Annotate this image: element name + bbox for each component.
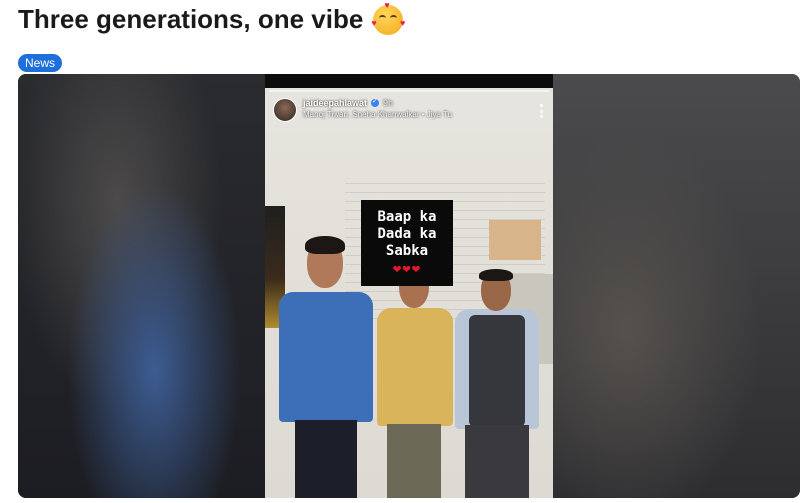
caption-line-1: Baap ka <box>377 208 437 225</box>
story-time: 9h <box>383 98 394 108</box>
caption-line-3: Sabka <box>385 242 429 259</box>
smiling-face-with-hearts-icon: ♥ ♥ ♥ <box>371 0 405 35</box>
story-collaborators[interactable]: Manoj Tiwari, Sneha Khanwalkar • Jiya Tu <box>303 110 452 119</box>
story-top-bar <box>265 74 553 88</box>
person-waistcoat <box>447 269 547 498</box>
story-photo: Baap ka Dada ka Sabka ❤❤❤ <box>265 134 553 498</box>
story-progress-bar <box>269 90 549 92</box>
caption-line-2: Dada ka <box>377 225 437 242</box>
instagram-story-screenshot: Baap ka Dada ka Sabka ❤❤❤ jaideepahlawat… <box>265 74 553 498</box>
person-yellow-shirt <box>371 264 457 498</box>
story-meta: jaideepahlawat 9h Manoj Tiwari, Sneha Kh… <box>303 97 452 119</box>
wall-board <box>489 220 541 260</box>
news-tag[interactable]: News <box>18 54 63 72</box>
more-options-icon[interactable] <box>539 104 543 118</box>
post-title: Three generations, one vibe <box>18 4 364 34</box>
avatar[interactable] <box>273 98 297 122</box>
story-header: jaideepahlawat 9h Manoj Tiwari, Sneha Kh… <box>273 97 545 132</box>
post-media[interactable]: Baap ka Dada ka Sabka ❤❤❤ jaideepahlawat… <box>18 74 800 498</box>
story-username[interactable]: jaideepahlawat <box>303 98 367 108</box>
story-caption: Baap ka Dada ka Sabka ❤❤❤ <box>361 200 453 286</box>
verified-badge-icon <box>371 97 380 107</box>
blurred-background-left <box>18 74 266 498</box>
heart-icons: ❤❤❤ <box>392 260 422 277</box>
post-headline: Three generations, one vibe ♥ ♥ ♥ <box>18 0 405 35</box>
blurred-background-right <box>552 74 800 498</box>
